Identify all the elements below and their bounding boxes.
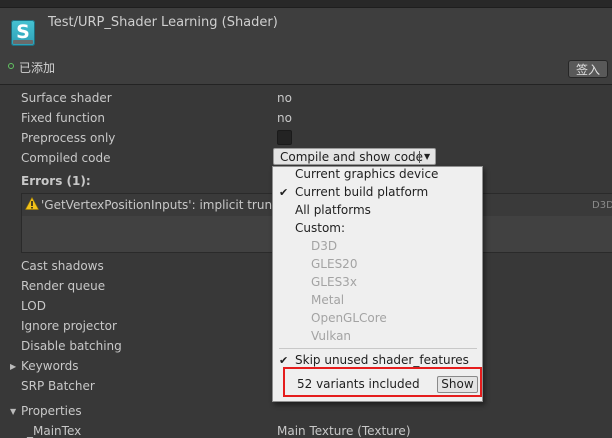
maintex-value: Main Texture (Texture) (277, 424, 411, 438)
properties-foldout-icon[interactable]: ▼ (10, 407, 16, 416)
dropdown-arrow-icon[interactable]: ▼ (424, 149, 430, 165)
preprocess-only-checkbox[interactable] (277, 130, 292, 145)
menu-item-gles20: GLES20 (311, 257, 358, 271)
properties-foldout[interactable]: Properties (21, 404, 82, 418)
error-message: 'GetVertexPositionInputs': implicit trun… (41, 198, 295, 212)
srp-batcher-label: SRP Batcher (21, 379, 95, 393)
menu-item-metal: Metal (311, 293, 345, 307)
compile-button-label: Compile and show code (280, 150, 424, 164)
maintex-label: _MainTex (27, 424, 82, 438)
keywords-foldout-icon[interactable]: ▶ (10, 362, 16, 371)
menu-item-d3d: D3D (311, 239, 338, 253)
menu-item-current-graphics-device[interactable]: Current graphics device (295, 167, 438, 181)
surface-shader-value: no (277, 91, 292, 105)
checkin-button[interactable]: 签入 (568, 60, 608, 78)
checkmark-icon: ✔ (279, 186, 289, 199)
added-status-icon (8, 63, 14, 69)
lod-label: LOD (21, 299, 46, 313)
surface-shader-label: Surface shader (21, 91, 112, 105)
preprocess-only-label: Preprocess only (21, 131, 116, 145)
errors-label: Errors (1): (21, 174, 91, 188)
shader-file-icon: S (11, 20, 35, 46)
cast-shadows-label: Cast shadows (21, 259, 104, 273)
menu-item-all-platforms[interactable]: All platforms (295, 203, 371, 217)
menu-divider (279, 348, 477, 349)
top-strip (0, 0, 612, 8)
fixed-function-label: Fixed function (21, 111, 105, 125)
menu-item-vulkan: Vulkan (311, 329, 352, 343)
highlight-annotation-box (283, 367, 482, 397)
menu-item-current-build-platform[interactable]: Current build platform (295, 185, 428, 199)
render-queue-label: Render queue (21, 279, 106, 293)
warning-icon (25, 197, 39, 210)
menu-item-skip-unused-shader-features[interactable]: Skip unused shader_features (295, 353, 469, 367)
ignore-projector-label: Ignore projector (21, 319, 117, 333)
keywords-foldout[interactable]: Keywords (21, 359, 79, 373)
disable-batching-label: Disable batching (21, 339, 122, 353)
error-platform: D3D (592, 200, 612, 211)
menu-item-custom[interactable]: Custom: (295, 221, 345, 235)
added-status-text: 已添加 (19, 61, 56, 75)
menu-item-openglcore: OpenGLCore (311, 311, 387, 325)
compiled-code-label: Compiled code (21, 151, 111, 165)
compile-and-show-code-button[interactable]: Compile and show code ▼ (273, 148, 436, 165)
fixed-function-value: no (277, 111, 292, 125)
inspector-title: Test/URP_Shader Learning (Shader) (48, 15, 278, 30)
checkmark-icon: ✔ (279, 354, 289, 367)
menu-item-gles3x: GLES3x (311, 275, 357, 289)
